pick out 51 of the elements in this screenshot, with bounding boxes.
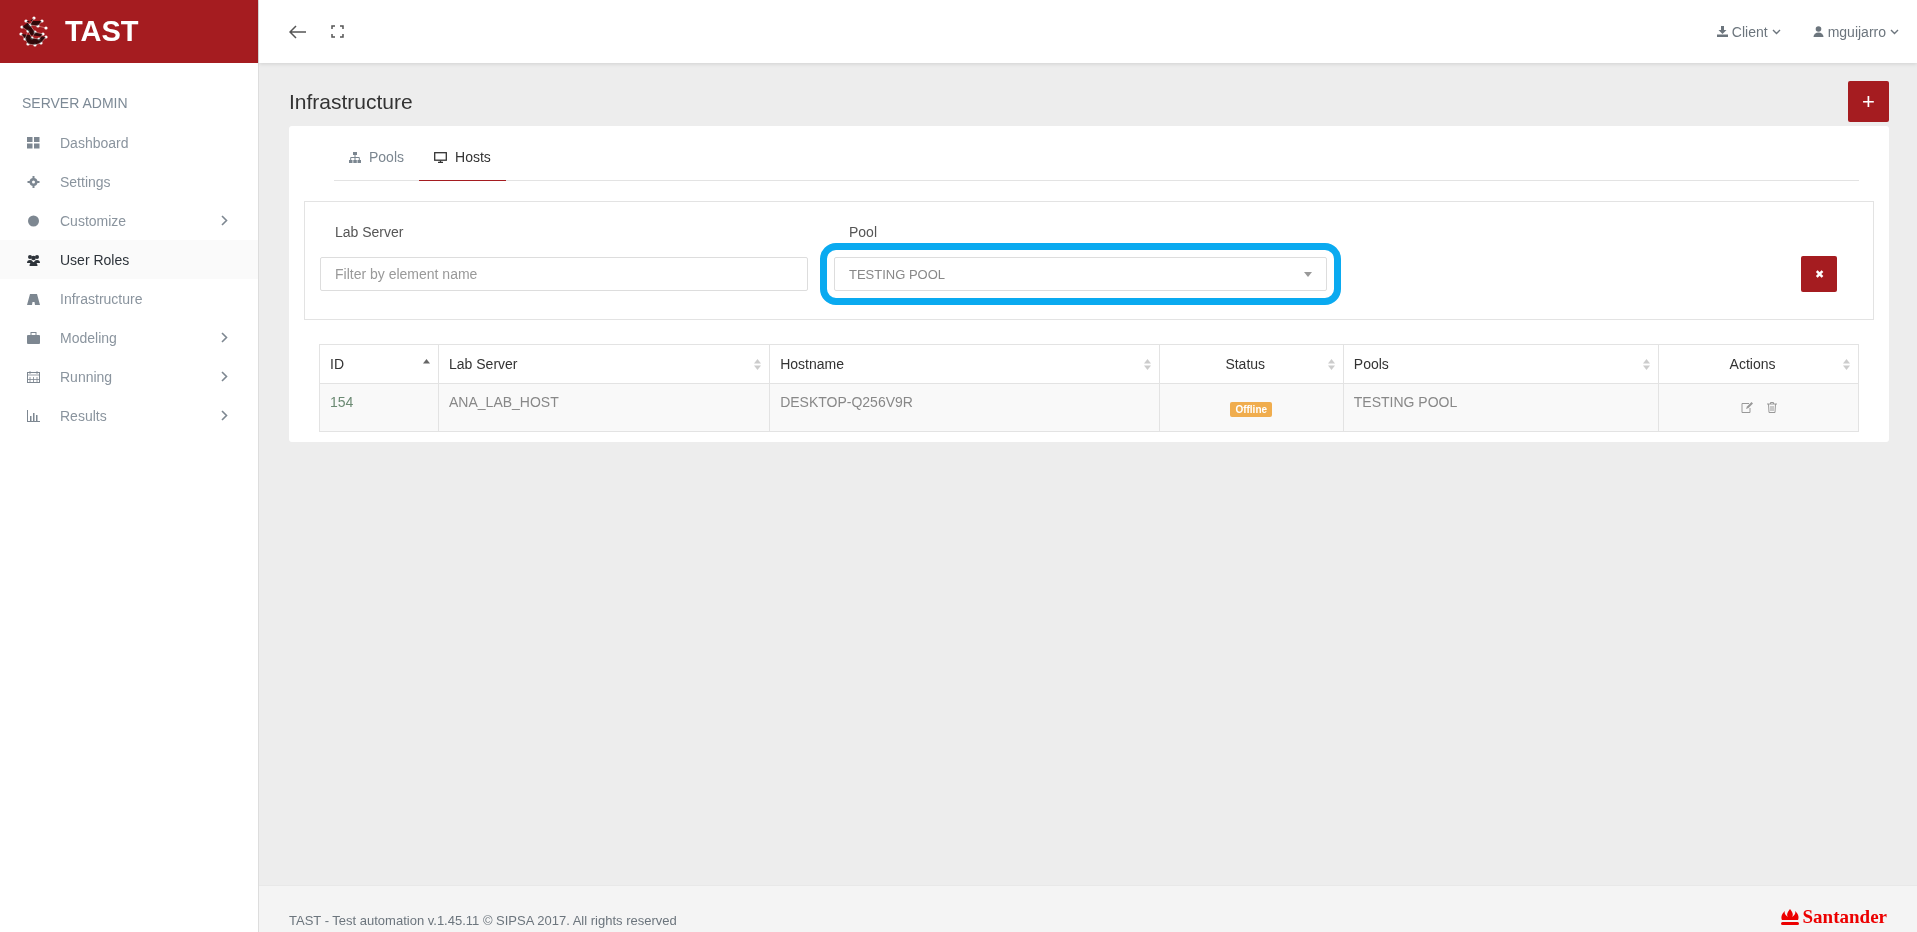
column-header[interactable]: Lab Server xyxy=(438,344,770,384)
clear-button[interactable]: ✖ xyxy=(1801,256,1837,292)
sidebar-item[interactable]: Results xyxy=(0,396,258,435)
users-icon xyxy=(27,253,40,266)
grid-icon xyxy=(27,136,40,149)
footer-logo: Santander xyxy=(1780,906,1887,928)
road-icon xyxy=(27,292,40,305)
field-label: Lab Server xyxy=(334,224,405,240)
app-title: TAST xyxy=(65,15,139,48)
column-header[interactable]: ID xyxy=(319,344,439,384)
section-heading: SERVER ADMIN xyxy=(21,94,129,113)
monitor-icon xyxy=(434,151,448,163)
table-cell: DESKTOP-Q256V9R xyxy=(769,383,1160,432)
tab[interactable]: Pools xyxy=(334,134,420,181)
column-header[interactable]: Hostname xyxy=(769,344,1160,384)
filter-input[interactable]: Filter by element name xyxy=(320,257,808,291)
bar-chart-icon xyxy=(27,409,40,422)
sidebar-item[interactable]: User Roles xyxy=(0,240,258,279)
sidebar-item[interactable]: Modeling xyxy=(0,318,258,357)
table-cell: ANA_LAB_HOST xyxy=(438,383,770,432)
sidebar-item[interactable]: Running xyxy=(0,357,258,396)
table-cell: TESTING POOL xyxy=(1343,383,1659,432)
sidebar-item[interactable]: Settings xyxy=(0,162,258,201)
add-button[interactable]: + xyxy=(1848,81,1889,122)
page-title: Infrastructure xyxy=(289,89,413,114)
sitemap-icon xyxy=(349,151,361,163)
edit-icon[interactable] xyxy=(1740,401,1753,413)
caret-down-icon xyxy=(1304,271,1312,277)
tab[interactable]: Hosts xyxy=(419,134,506,181)
trash-icon[interactable] xyxy=(1766,401,1777,413)
download-icon xyxy=(1716,26,1728,37)
download-menu[interactable]: Client xyxy=(1716,23,1781,40)
status-badge: Offline xyxy=(1230,401,1273,417)
column-header[interactable]: Actions xyxy=(1658,344,1859,384)
sidebar-item[interactable]: Customize xyxy=(0,201,258,240)
sidebar-item[interactable]: Dashboard xyxy=(0,123,258,162)
footer-text: TAST - Test automation v.1.45.11 © SIPSA 2017. All rights reserved xyxy=(289,913,677,928)
field-label: Pool xyxy=(848,224,879,240)
user-icon xyxy=(1812,26,1824,37)
sidebar-item[interactable]: Infrastructure xyxy=(0,279,258,318)
column-header[interactable]: Pools xyxy=(1343,344,1659,384)
table-cell: 154 xyxy=(319,383,439,432)
chevron-down-icon xyxy=(1771,28,1781,35)
chevron-down-icon xyxy=(1890,28,1899,35)
back-arrow-icon[interactable] xyxy=(287,22,309,41)
user-menu[interactable]: mguijarro xyxy=(1812,23,1899,40)
briefcase-icon xyxy=(27,331,40,344)
pool-dropdown[interactable]: TESTING POOL xyxy=(834,257,1327,291)
column-header[interactable]: Status xyxy=(1159,344,1344,384)
calendar-icon xyxy=(27,370,40,383)
fullscreen-icon[interactable] xyxy=(329,23,346,40)
